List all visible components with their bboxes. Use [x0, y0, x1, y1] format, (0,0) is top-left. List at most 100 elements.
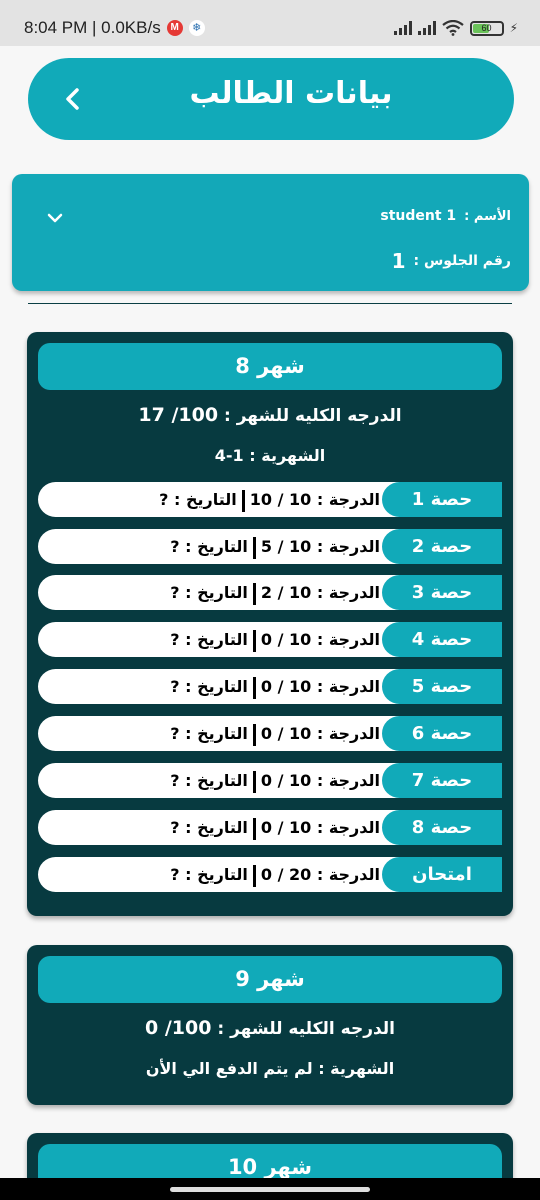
date-value: ?: [170, 724, 180, 743]
date-value: ?: [170, 818, 180, 837]
lesson-details: الدرجة : 10 / 2 التاريخ : ?: [134, 575, 380, 610]
separator: [252, 864, 256, 887]
date-label: التاريخ :: [185, 724, 248, 743]
month-total-line: الدرجه الكليه للشهر : 100/ 17: [27, 404, 513, 426]
date-value: ?: [170, 537, 180, 556]
date-value: ?: [170, 630, 180, 649]
month-card: شهر 8 الدرجه الكليه للشهر : 100/ 17 الشه…: [27, 332, 513, 916]
lesson-name: حصة 4: [382, 622, 502, 657]
month-total-label: الدرجه الكليه للشهر :: [223, 406, 402, 426]
grade-label: الدرجة :: [316, 865, 380, 884]
lesson-details: الدرجة : 10 / 0 التاريخ : ?: [134, 716, 380, 751]
exam-row: امتحان الدرجة : 20 / 0 التاريخ : ?: [38, 857, 502, 892]
grade-value: 10 / 2: [260, 583, 312, 602]
date-label: التاريخ :: [185, 630, 248, 649]
lesson-row: حصة 2 الدرجة : 10 / 5 التاريخ : ?: [38, 529, 502, 564]
chevron-down-icon[interactable]: [42, 208, 68, 228]
navigation-bar: [0, 1178, 540, 1200]
separator: [252, 536, 256, 559]
header-bar: بيانات الطالب: [28, 58, 514, 140]
lesson-details: الدرجة : 10 / 0 التاريخ : ?: [134, 763, 380, 798]
page-title: بيانات الطالب: [189, 76, 393, 111]
grade-label: الدرجة :: [316, 583, 380, 602]
grade-value: 10 / 0: [260, 818, 312, 837]
snowflake-notification-icon: ❄: [188, 20, 205, 36]
date-value: ?: [159, 490, 169, 509]
seat-number-value: 1: [391, 249, 406, 273]
lesson-name: حصة 2: [382, 529, 502, 564]
lesson-row: حصة 7 الدرجة : 10 / 0 التاريخ : ?: [38, 763, 502, 798]
grade-label: الدرجة :: [316, 771, 380, 790]
grade-value: 10 / 10: [249, 490, 312, 509]
separator: [252, 582, 256, 605]
lesson-row: حصة 8 الدرجة : 10 / 0 التاريخ : ?: [38, 810, 502, 845]
date-label: التاريخ :: [185, 818, 248, 837]
grade-label: الدرجة :: [316, 490, 380, 509]
back-chevron-icon[interactable]: [54, 80, 92, 118]
month-fees-label: الشهرية :: [318, 1059, 395, 1078]
student-info-card[interactable]: الأسم : student 1 رقم الجلوس : 1: [12, 174, 529, 291]
date-value: ?: [170, 677, 180, 696]
month-total-line: الدرجه الكليه للشهر : 100/ 0: [27, 1017, 513, 1039]
charging-icon: ⚡: [509, 21, 518, 35]
grade-value: 10 / 0: [260, 771, 312, 790]
grade-value: 10 / 0: [260, 677, 312, 696]
battery-icon: 60: [469, 20, 504, 36]
status-right: 60 ⚡: [393, 20, 518, 36]
lesson-row: حصة 6 الدرجة : 10 / 0 التاريخ : ?: [38, 716, 502, 751]
lesson-name: حصة 6: [382, 716, 502, 751]
grade-label: الدرجة :: [316, 630, 380, 649]
mi-notification-icon: M: [166, 20, 183, 36]
exam-name: امتحان: [382, 857, 502, 892]
status-time: 8:04 PM | 0.0KB/s: [24, 18, 161, 37]
lesson-details: الدرجة : 20 / 0 التاريخ : ?: [134, 857, 380, 892]
lesson-details: الدرجة : 10 / 0 التاريخ : ?: [134, 622, 380, 657]
date-value: ?: [170, 865, 180, 884]
grade-label: الدرجة :: [316, 677, 380, 696]
student-name-value: student 1: [380, 208, 457, 224]
seat-number-row: رقم الجلوس : 1: [392, 249, 511, 273]
lesson-name: حصة 8: [382, 810, 502, 845]
student-name-label: الأسم :: [464, 208, 511, 224]
grade-value: 10 / 5: [260, 537, 312, 556]
student-name-row: الأسم : student 1: [380, 208, 511, 224]
month-total-value: 100/ 0: [144, 1017, 212, 1039]
month-fees-line: الشهرية : 1-4: [27, 446, 513, 465]
signal-2-icon: [417, 21, 436, 35]
lesson-row: حصة 5 الدرجة : 10 / 0 التاريخ : ?: [38, 669, 502, 704]
lesson-details: الدرجة : 10 / 0 التاريخ : ?: [134, 669, 380, 704]
separator: [252, 770, 256, 793]
lesson-details: الدرجة : 10 / 10 التاريخ : ?: [134, 482, 380, 517]
month-fees-value: 1-4: [214, 446, 244, 465]
date-label: التاريخ :: [185, 865, 248, 884]
status-left: 8:04 PM | 0.0KB/s M ❄: [24, 18, 205, 38]
separator: [252, 629, 256, 652]
seat-number-label: رقم الجلوس :: [413, 253, 511, 269]
grade-label: الدرجة :: [316, 537, 380, 556]
separator: [252, 676, 256, 699]
lesson-name: حصة 7: [382, 763, 502, 798]
date-label: التاريخ :: [185, 771, 248, 790]
month-fees-value: لم يتم الدفع الي الأن: [145, 1059, 313, 1078]
month-card: شهر 9 الدرجه الكليه للشهر : 100/ 0 الشهر…: [27, 945, 513, 1105]
date-value: ?: [170, 583, 180, 602]
grade-value: 10 / 0: [260, 630, 312, 649]
month-fees-label: الشهرية :: [249, 446, 326, 465]
grade-value: 20 / 0: [260, 865, 312, 884]
grade-label: الدرجة :: [316, 818, 380, 837]
date-label: التاريخ :: [174, 490, 237, 509]
lesson-details: الدرجة : 10 / 0 التاريخ : ?: [134, 810, 380, 845]
status-bar: 8:04 PM | 0.0KB/s M ❄ 60 ⚡: [0, 0, 540, 46]
separator: [252, 817, 256, 840]
lesson-row: حصة 3 الدرجة : 10 / 2 التاريخ : ?: [38, 575, 502, 610]
home-gesture-handle[interactable]: [170, 1187, 370, 1192]
wifi-icon: [441, 20, 464, 36]
separator: [241, 489, 245, 512]
lesson-details: الدرجة : 10 / 5 التاريخ : ?: [134, 529, 380, 564]
separator: [252, 723, 256, 746]
battery-level: 60: [481, 22, 492, 33]
lesson-name: حصة 3: [382, 575, 502, 610]
date-label: التاريخ :: [185, 583, 248, 602]
lesson-name: حصة 1: [382, 482, 502, 517]
date-value: ?: [170, 771, 180, 790]
